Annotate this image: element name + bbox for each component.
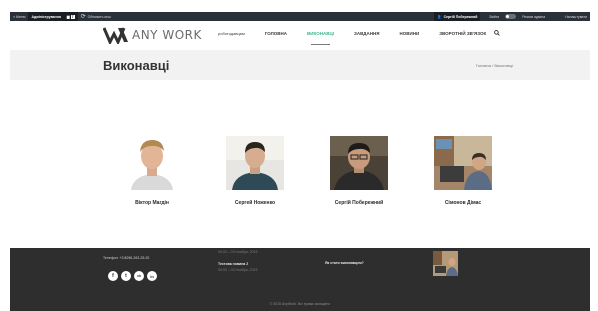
performer-photo[interactable] xyxy=(123,136,181,190)
page-title-bar: Виконавці Головна / Виконавці xyxy=(10,50,590,80)
nav-item-tasks[interactable]: ЗАВДАННЯ xyxy=(354,31,379,36)
page-title: Виконавці xyxy=(103,58,170,73)
performer-card[interactable]: Сергій Побережний xyxy=(319,136,399,206)
copyright: © 2015 AnyWork. Всі права захищено xyxy=(269,302,331,306)
nav-item-employers[interactable]: роботодавцям xyxy=(218,31,245,36)
performer-name[interactable]: Сергій Побережний xyxy=(319,200,399,206)
search-icon[interactable] xyxy=(494,30,500,36)
performer-photo[interactable] xyxy=(330,136,388,190)
main-nav: роботодавцям ГОЛОВНА ВИКОНАВЦІ ЗАВДАННЯ … xyxy=(218,30,500,45)
logo-mark-icon xyxy=(103,27,128,44)
admin-mode-label: Режим адміна xyxy=(522,14,546,19)
performer-photo[interactable] xyxy=(434,136,492,190)
linkedin-icon[interactable]: in xyxy=(147,271,157,281)
performer-card[interactable]: Сергей Ноженко xyxy=(215,136,295,206)
become-performer-link[interactable]: Як стати виконавцем? xyxy=(325,261,364,265)
news-date: 00:00 – 03 Ноября, 2015 xyxy=(218,250,258,254)
footer-phone: Телефон: +3 8096-263-25-92 xyxy=(103,256,150,260)
site-header: ANY WORK роботодавцям ГОЛОВНА ВИКОНАВЦІ … xyxy=(10,21,590,48)
user-name: Сергій Побережний xyxy=(443,14,478,19)
comment-icon: ▆ xyxy=(66,14,70,19)
logout-link[interactable]: Вийти xyxy=(486,12,502,21)
performer-name[interactable]: Сергей Ноженко xyxy=(215,200,295,206)
nav-item-feedback[interactable]: ЗВОРОТНІЙ ЗВ'ЯЗОК xyxy=(439,31,486,36)
performer-card[interactable]: Сімонов Дімас xyxy=(423,136,503,206)
logo[interactable]: ANY WORK xyxy=(103,26,202,44)
user-button[interactable]: 👤 Сергій Побережний xyxy=(434,12,481,21)
news-date: 00:00 – 03 Ноября, 2015 xyxy=(218,268,258,272)
notifications-button[interactable]: ▆ 7 xyxy=(63,12,78,21)
page: ≡ Меню Адміністрування ▆ 7 ⟳ Обновить ке… xyxy=(0,0,598,311)
logo-text: ANY WORK xyxy=(132,28,202,42)
performer-name[interactable]: Віктор Магдін xyxy=(112,200,192,206)
social-links: f t vk in xyxy=(108,271,160,281)
refresh-cache-button[interactable]: ⟳ Обновить кеш xyxy=(78,12,114,21)
footer-news: 00:00 – 03 Ноября, 2015 Тестова новина 2… xyxy=(218,248,257,272)
notifications-count: 7 xyxy=(70,14,75,19)
settings-link[interactable]: Налаштувати xyxy=(562,12,590,21)
nav-item-news[interactable]: НОВИНИ xyxy=(399,31,419,36)
footer-thumbnail[interactable] xyxy=(433,251,458,276)
performer-name[interactable]: Сімонов Дімас xyxy=(423,200,503,206)
admin-mode-toggle[interactable] xyxy=(505,14,517,19)
refresh-label: Обновить кеш xyxy=(87,14,111,19)
refresh-icon: ⟳ xyxy=(80,14,86,20)
admin-bar: ≡ Меню Адміністрування ▆ 7 ⟳ Обновить ке… xyxy=(10,12,590,21)
twitter-icon[interactable]: t xyxy=(121,271,131,281)
site-footer: Телефон: +3 8096-263-25-92 f t vk in 00:… xyxy=(10,248,590,311)
vk-icon[interactable]: vk xyxy=(134,271,144,281)
menu-button[interactable]: ≡ Меню xyxy=(10,12,28,21)
admin-panel-button[interactable]: Адміністрування xyxy=(28,12,64,21)
facebook-icon[interactable]: f xyxy=(108,271,118,281)
user-icon: 👤 xyxy=(437,14,442,19)
nav-item-performers[interactable]: ВИКОНАВЦІ xyxy=(307,31,334,45)
breadcrumb[interactable]: Головна / Виконавці xyxy=(476,63,513,68)
performer-card[interactable]: Віктор Магдін xyxy=(112,136,192,206)
nav-item-home[interactable]: ГОЛОВНА xyxy=(265,31,287,36)
performer-photo[interactable] xyxy=(226,136,284,190)
news-title[interactable]: Тестова новина 2 xyxy=(218,262,257,266)
